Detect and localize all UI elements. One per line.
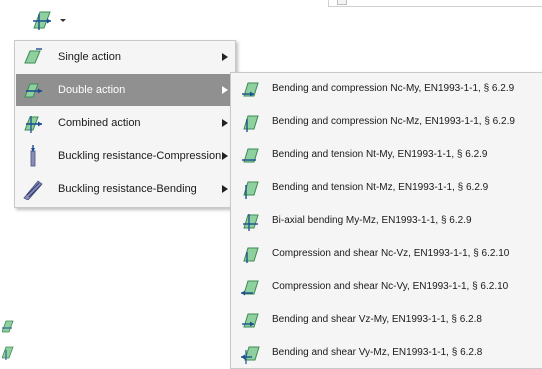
submenu-item-label: Bending and tension Nt-My, EN1993-1-1, §… [272, 149, 488, 160]
submenu-arrow-icon [222, 185, 228, 193]
submenu-item-bending-shear-vy[interactable]: Bending and shear Vy-Mz, EN1993-1-1, § 6… [232, 337, 542, 369]
submenu-item-label: Bending and compression Nc-My, EN1993-1-… [272, 83, 515, 94]
submenu-arrow-icon [222, 86, 228, 94]
compression-shear-vy-icon [241, 280, 259, 296]
submenu-arrow-icon [222, 152, 228, 160]
submenu-item-label: Bending and shear Vz-My, EN1993-1-1, § 6… [272, 314, 482, 325]
compression-shear-vz-icon [243, 247, 259, 263]
submenu-item-bending-tension-my[interactable]: Bending and tension Nt-My, EN1993-1-1, §… [232, 139, 542, 171]
bending-shear-vz-icon [242, 313, 259, 328]
submenu-item-label: Bi-axial bending My-Mz, EN1993-1-1, § 6.… [272, 215, 472, 226]
submenu-item-compression-shear-vy[interactable]: Compression and shear Nc-Vy, EN1993-1-1,… [232, 271, 542, 303]
submenu-item-bending-shear-vz[interactable]: Bending and shear Vz-My, EN1993-1-1, § 6… [232, 304, 542, 336]
submenu-item-compression-shear-vz[interactable]: Compression and shear Nc-Vz, EN1993-1-1,… [232, 238, 542, 270]
submenu-item-label: Compression and shear Nc-Vz, EN1993-1-1,… [272, 248, 510, 259]
single-action-icon [24, 48, 42, 64]
submenu-item-label: Bending and tension Nt-Mz, EN1993-1-1, §… [272, 182, 489, 193]
submenu-item-label: Bending and compression Nc-Mz, EN1993-1-… [272, 116, 515, 127]
background-window-edge [328, 0, 542, 7]
bending-shear-vy-icon [241, 346, 260, 364]
menu-item-buckling-bending[interactable]: Buckling resistance-Bending [16, 173, 234, 205]
menu-item-label: Double action [58, 84, 126, 96]
double-action-submenu: Bending and compression Nc-My, EN1993-1-… [230, 72, 542, 369]
submenu-item-biaxial-bending[interactable]: Bi-axial bending My-Mz, EN1993-1-1, § 6.… [232, 205, 542, 237]
menu-item-label: Combined action [58, 117, 141, 129]
dropdown-arrow-icon[interactable] [58, 15, 68, 25]
menu-item-label: Buckling resistance-Compression [58, 150, 222, 162]
menu-item-label: Single action [58, 51, 121, 63]
buckling-bending-icon [23, 180, 43, 200]
bending-compression-mz-icon [243, 115, 259, 132]
submenu-item-bending-compression-my[interactable]: Bending and compression Nc-My, EN1993-1-… [232, 73, 542, 105]
beam-action-icon [33, 11, 51, 30]
beam-action-toolbar-button[interactable] [30, 8, 74, 32]
action-menu: Single action Double action Combined act… [14, 40, 236, 208]
submenu-arrow-icon [222, 53, 228, 61]
buckling-compression-icon [30, 145, 36, 167]
background-beam-icon [2, 320, 14, 333]
menu-item-double-action[interactable]: Double action [16, 74, 234, 106]
submenu-item-label: Bending and shear Vy-Mz, EN1993-1-1, § 6… [272, 347, 483, 358]
bending-compression-my-icon [242, 82, 259, 97]
menu-item-combined-action[interactable]: Combined action [16, 107, 234, 139]
submenu-arrow-icon [222, 119, 228, 127]
menu-item-single-action[interactable]: Single action [16, 41, 234, 73]
submenu-item-bending-tension-mz[interactable]: Bending and tension Nt-Mz, EN1993-1-1, §… [232, 172, 542, 204]
biaxial-bending-icon [243, 214, 259, 231]
submenu-item-label: Compression and shear Nc-Vy, EN1993-1-1,… [272, 281, 509, 292]
combined-action-icon [24, 116, 42, 133]
submenu-item-bending-compression-mz[interactable]: Bending and compression Nc-Mz, EN1993-1-… [232, 106, 542, 138]
background-beam-icon [2, 346, 14, 360]
menu-item-buckling-compression[interactable]: Buckling resistance-Compression [16, 140, 234, 172]
bending-tension-my-icon [242, 148, 259, 163]
bending-tension-mz-icon [243, 181, 259, 199]
menu-item-label: Buckling resistance-Bending [58, 183, 197, 195]
double-action-icon [24, 83, 42, 98]
